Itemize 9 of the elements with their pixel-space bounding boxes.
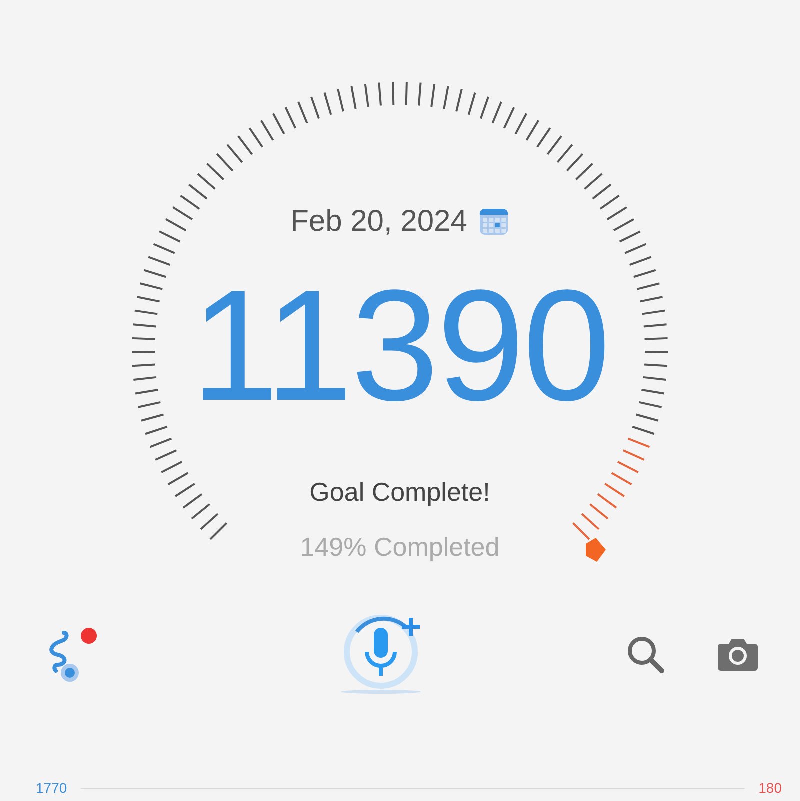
left-count: 1770 bbox=[36, 780, 68, 796]
search-icon[interactable] bbox=[626, 635, 666, 675]
step-count: 11390 bbox=[191, 267, 609, 425]
camera-icon[interactable] bbox=[716, 637, 760, 673]
goal-status: Goal Complete! bbox=[310, 477, 490, 508]
calendar-icon[interactable] bbox=[479, 207, 510, 237]
right-count: 180 bbox=[758, 780, 782, 796]
date-label: Feb 20, 2024 bbox=[290, 205, 468, 239]
progress-percent: 149% Completed bbox=[300, 532, 500, 563]
